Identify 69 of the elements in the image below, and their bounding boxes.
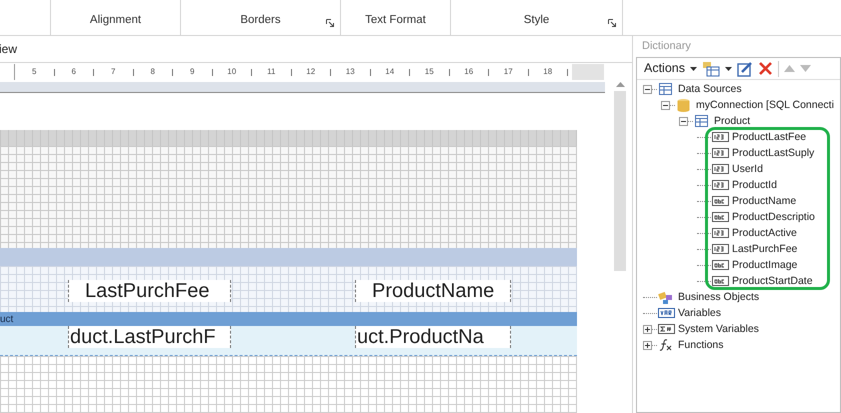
collapse-icon[interactable] (661, 100, 670, 110)
edit-icon[interactable] (737, 60, 753, 76)
expand-icon[interactable] (643, 324, 652, 334)
ruler-number: 13 (344, 66, 356, 78)
ruler-number: 11 (266, 66, 276, 78)
ruler-number: 7 (110, 66, 116, 78)
tree-item[interactable]: System Variables (678, 321, 759, 337)
tree-item[interactable]: Product (714, 113, 750, 129)
ruler-number: 16 (463, 66, 474, 78)
ruler-number: 15 (424, 66, 435, 78)
text-field-icon (712, 194, 729, 208)
numeric-field-icon (712, 146, 729, 160)
new-data-source-icon[interactable] (702, 60, 720, 76)
band-label: uct (0, 312, 14, 326)
tree-item[interactable]: ProductDescriptio (732, 209, 815, 225)
tree-item[interactable]: UserId (732, 161, 763, 177)
collapse-icon[interactable] (679, 116, 688, 126)
tree-item[interactable]: ProductLastSuply (732, 145, 814, 161)
ruler-number: 5 (31, 66, 38, 78)
ruler-number: 9 (189, 66, 196, 78)
tree-item[interactable]: ProductImage (732, 257, 798, 273)
tree-item[interactable]: Functions (678, 337, 724, 353)
tree-item[interactable]: myConnection [SQL Connecti (696, 97, 834, 113)
scroll-up-icon[interactable] (616, 82, 624, 87)
text-field-icon (712, 210, 729, 224)
expand-icon[interactable] (643, 340, 652, 350)
group-label: Alignment (90, 12, 142, 28)
table-icon (658, 82, 675, 96)
group-label: Style (524, 12, 550, 28)
group-label: Text Format (365, 12, 426, 28)
collapse-icon[interactable] (643, 84, 652, 94)
tree-item[interactable]: LastPurchFee (732, 241, 798, 257)
tree-item[interactable]: ProductActive (732, 225, 797, 241)
ruler-number: 12 (305, 66, 316, 78)
scrollbar-thumb[interactable] (614, 91, 626, 271)
table-icon (694, 114, 711, 128)
text-field-icon (712, 274, 729, 288)
dialog-launcher-icon[interactable] (608, 19, 616, 27)
dialog-launcher-icon[interactable] (326, 19, 334, 27)
group-label: Borders (240, 12, 281, 28)
tree-item[interactable]: ProductName (732, 193, 796, 209)
numeric-field-icon (712, 178, 729, 192)
tree-item[interactable]: ProductLastFee (732, 129, 806, 145)
delete-icon[interactable] (758, 61, 773, 76)
tree-item[interactable]: Business Objects (678, 289, 760, 305)
panel-title: Dictionary (642, 38, 691, 54)
caret-icon[interactable] (690, 66, 697, 70)
objects-icon (658, 290, 675, 304)
tree-item[interactable]: ProductId (732, 177, 777, 193)
tree-item[interactable]: Variables (678, 305, 721, 321)
variable-icon (658, 306, 675, 320)
text-field-icon (712, 258, 729, 272)
caret-icon[interactable] (725, 66, 732, 70)
system-variable-icon (658, 322, 675, 336)
ruler-number: 6 (70, 66, 77, 78)
ruler-margin (572, 64, 604, 80)
numeric-field-icon (712, 242, 729, 256)
ruler-number: 10 (226, 66, 238, 78)
tree-item[interactable]: Data Sources (678, 81, 742, 97)
numeric-field-icon (712, 162, 729, 176)
actions-button[interactable]: Actions (644, 59, 685, 78)
numeric-field-icon (712, 226, 729, 240)
ruler-number: 14 (384, 66, 396, 78)
preview-tab[interactable]: iew (0, 40, 18, 58)
ruler-number: 17 (502, 66, 514, 78)
ruler-number: 8 (150, 66, 156, 78)
tree-item[interactable]: ProductStartDate (732, 273, 813, 289)
numeric-field-icon (712, 130, 729, 144)
ruler-number: 18 (542, 66, 554, 78)
